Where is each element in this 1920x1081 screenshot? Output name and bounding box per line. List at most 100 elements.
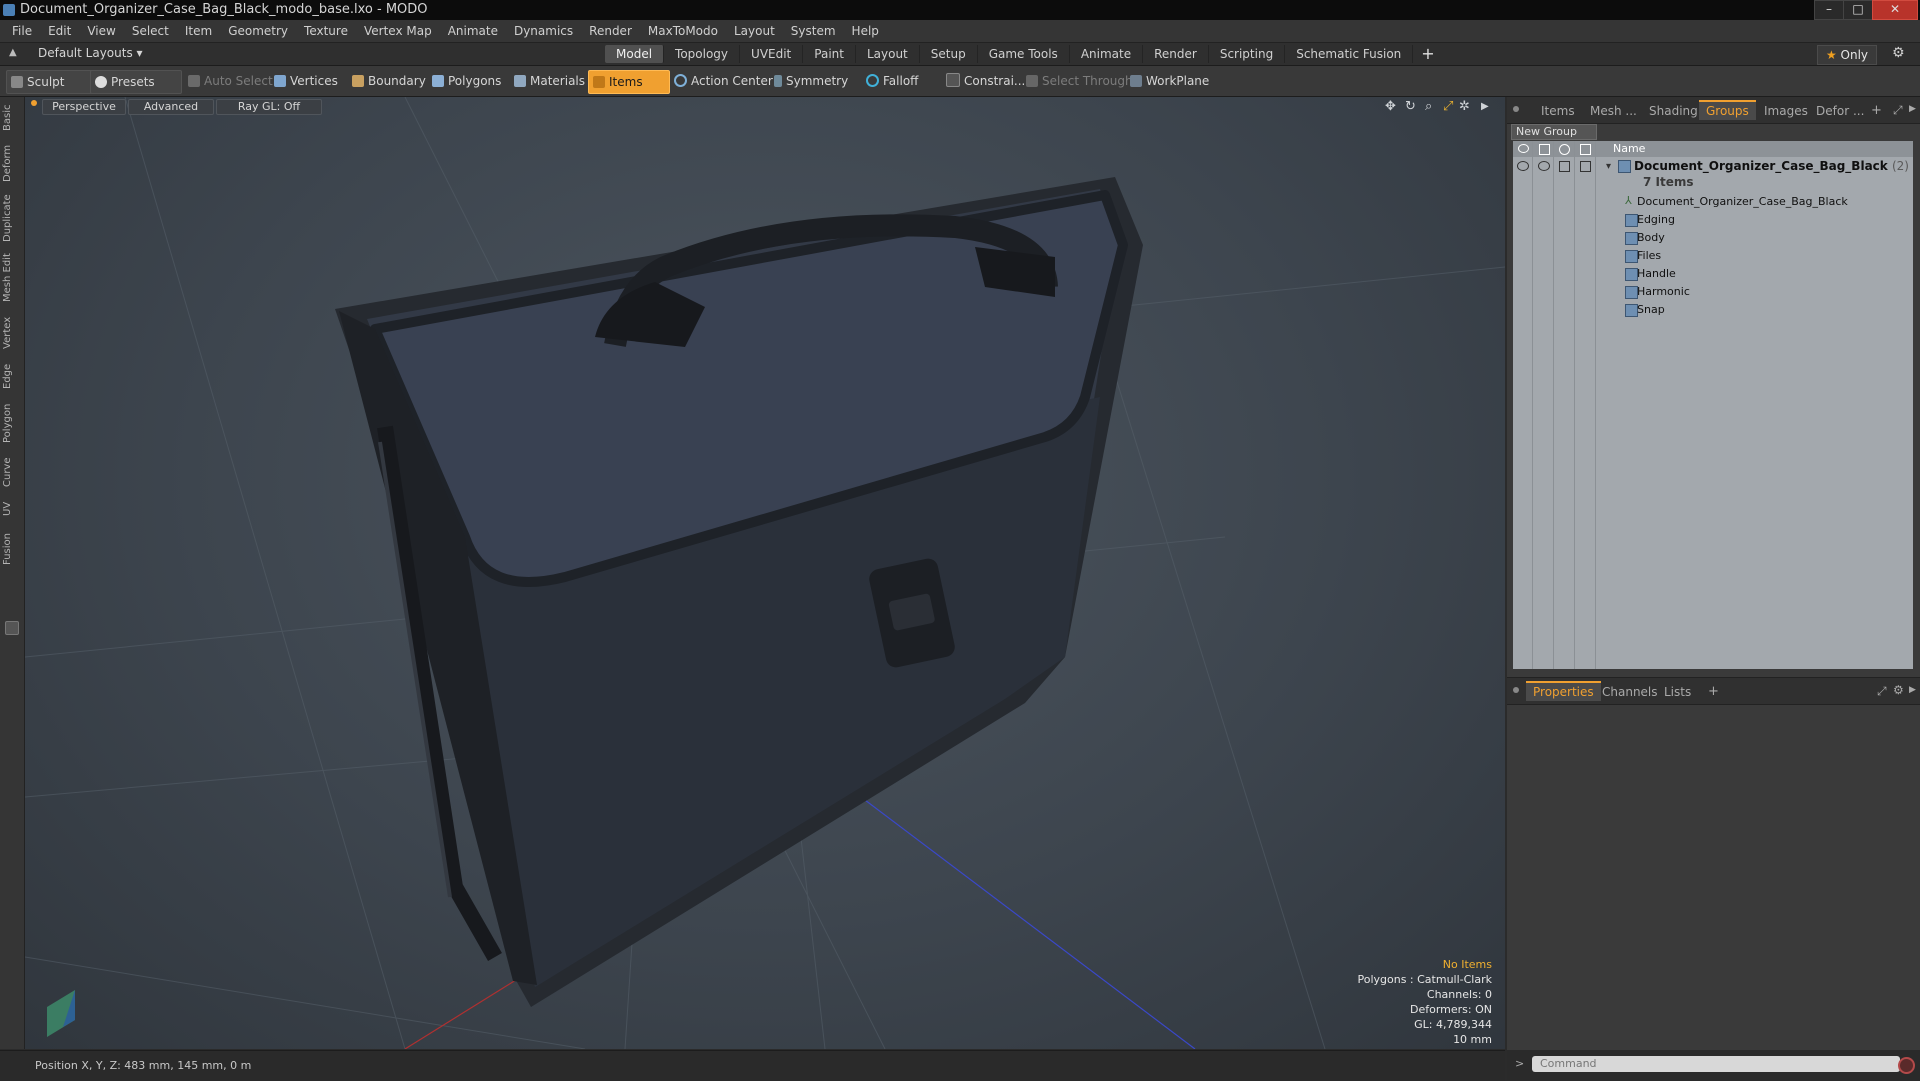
rotate-icon[interactable]: ↻ <box>1405 99 1416 114</box>
tab-render[interactable]: Render <box>1143 45 1209 63</box>
viewport-menu-dot-icon[interactable] <box>31 100 37 106</box>
items-button[interactable]: Items <box>588 70 670 94</box>
menu-dynamics[interactable]: Dynamics <box>506 20 581 42</box>
menu-vertex-map[interactable]: Vertex Map <box>356 20 440 42</box>
maximize-button[interactable]: □ <box>1843 0 1873 20</box>
properties-arrow-icon[interactable]: ▶ <box>1909 685 1916 695</box>
name-column-header[interactable]: Name <box>1613 142 1645 155</box>
zoom-icon[interactable]: ⌕ <box>1425 99 1432 114</box>
menu-system[interactable]: System <box>783 20 844 42</box>
menu-select[interactable]: Select <box>124 20 177 42</box>
panel-expand-icon[interactable]: ⤢ <box>1893 103 1903 118</box>
raygl-toggle[interactable]: Ray GL: Off <box>216 99 322 115</box>
tab-schematic-fusion[interactable]: Schematic Fusion <box>1285 45 1414 63</box>
list-item[interactable]: Body <box>1513 229 1913 247</box>
collapse-arrow-icon[interactable]: ▾ <box>1606 161 1611 172</box>
perspective-dropdown[interactable]: Perspective <box>42 99 126 115</box>
sculpt-button[interactable]: Sculpt <box>6 70 98 94</box>
tab-topology[interactable]: Topology <box>664 45 741 63</box>
list-item[interactable]: Edging <box>1513 211 1913 229</box>
tab-channels[interactable]: Channels <box>1595 683 1665 701</box>
lock-column-icon[interactable] <box>1559 144 1570 155</box>
group-row[interactable]: ▾ Document_Organizer_Case_Bag_Black (2) … <box>1513 157 1913 191</box>
minimize-button[interactable]: – <box>1814 0 1844 20</box>
menu-file[interactable]: File <box>0 20 40 42</box>
pan-icon[interactable]: ✥ <box>1385 99 1396 114</box>
add-panel-tab-icon[interactable]: + <box>1871 103 1882 118</box>
menu-help[interactable]: Help <box>844 20 887 42</box>
menu-texture[interactable]: Texture <box>296 20 356 42</box>
viewport-expand-icon[interactable]: ▶ <box>1481 101 1489 112</box>
constraints-button[interactable]: Constrai... <box>942 70 1031 92</box>
left-tab-edge[interactable]: Edge <box>2 361 22 391</box>
tab-paint[interactable]: Paint <box>803 45 856 63</box>
left-tab-duplicate[interactable]: Duplicate <box>2 193 22 243</box>
menu-layout[interactable]: Layout <box>726 20 783 42</box>
new-group-button[interactable]: New Group <box>1511 124 1597 140</box>
list-item[interactable]: Handle <box>1513 265 1913 283</box>
tab-uvedit[interactable]: UVEdit <box>740 45 804 63</box>
select-toggle-icon[interactable] <box>1580 161 1591 172</box>
materials-button[interactable]: Materials <box>510 70 591 92</box>
vertices-button[interactable]: Vertices <box>270 70 344 92</box>
left-tab-mesh-edit[interactable]: Mesh Edit <box>2 253 22 303</box>
falloff-button[interactable]: Falloff <box>862 70 924 92</box>
list-item[interactable]: Harmonic <box>1513 283 1913 301</box>
properties-gear-icon[interactable]: ⚙ <box>1893 683 1904 697</box>
panel-menu-dot-icon[interactable] <box>1513 106 1519 112</box>
left-tab-fusion[interactable]: Fusion <box>2 529 22 569</box>
select-column-icon[interactable] <box>1580 144 1591 155</box>
tab-items[interactable]: Items <box>1534 102 1582 120</box>
left-tab-deform[interactable]: Deform <box>2 143 22 183</box>
panel-arrow-icon[interactable]: ▶ <box>1909 104 1916 114</box>
tab-layout[interactable]: Layout <box>856 45 920 63</box>
only-toggle[interactable]: ★ Only <box>1817 45 1877 65</box>
menu-view[interactable]: View <box>79 20 123 42</box>
menu-maxtomodo[interactable]: MaxToModo <box>640 20 726 42</box>
add-tab-button[interactable]: + <box>1413 45 1442 63</box>
fit-icon[interactable]: ⤢ <box>1443 99 1453 114</box>
action-center-button[interactable]: Action Center <box>670 70 779 92</box>
layout-dropdown[interactable]: Default Layouts ▾ <box>38 46 143 60</box>
tab-model[interactable]: Model <box>605 45 665 63</box>
left-tab-curve[interactable]: Curve <box>2 455 22 489</box>
properties-menu-dot-icon[interactable] <box>1513 687 1519 693</box>
tab-properties[interactable]: Properties <box>1526 681 1601 701</box>
render-column-icon[interactable] <box>1539 144 1550 155</box>
3d-viewport[interactable]: Perspective Advanced Ray GL: Off ✥ ↻ ⌕ ⤢… <box>25 97 1505 1049</box>
left-tab-basic[interactable]: Basic <box>2 103 22 133</box>
gear-icon[interactable]: ⚙ <box>1892 45 1905 61</box>
record-macro-icon[interactable] <box>1898 1057 1915 1074</box>
list-item[interactable]: Snap <box>1513 301 1913 319</box>
viewport-settings-icon[interactable]: ✲ <box>1459 99 1470 114</box>
list-item[interactable]: ⅄ Document_Organizer_Case_Bag_Black <box>1513 193 1913 211</box>
tab-mesh[interactable]: Mesh ... <box>1583 102 1644 120</box>
add-properties-tab-icon[interactable]: + <box>1708 684 1719 699</box>
workplane-button[interactable]: WorkPlane <box>1126 70 1215 92</box>
tab-shading[interactable]: Shading <box>1642 102 1705 120</box>
left-tab-uv[interactable]: UV <box>2 499 22 519</box>
tab-images[interactable]: Images <box>1757 102 1815 120</box>
command-input[interactable]: Command <box>1532 1056 1900 1072</box>
tab-deformers[interactable]: Defor ... <box>1809 102 1871 120</box>
menu-edit[interactable]: Edit <box>40 20 79 42</box>
auto-select-button[interactable]: Auto Select <box>184 70 279 92</box>
visibility-eye-icon[interactable] <box>1517 161 1529 171</box>
list-item[interactable]: Files <box>1513 247 1913 265</box>
tab-game-tools[interactable]: Game Tools <box>978 45 1070 63</box>
polygons-button[interactable]: Polygons <box>428 70 507 92</box>
tab-scripting[interactable]: Scripting <box>1209 45 1286 63</box>
menu-geometry[interactable]: Geometry <box>220 20 296 42</box>
close-button[interactable]: ✕ <box>1872 0 1918 20</box>
command-history-icon[interactable]: > <box>1515 1057 1524 1070</box>
eject-icon[interactable]: ▲ <box>9 47 19 58</box>
presets-button[interactable]: Presets <box>90 70 182 94</box>
menu-animate[interactable]: Animate <box>440 20 506 42</box>
left-tab-vertex[interactable]: Vertex <box>2 315 22 351</box>
menu-item[interactable]: Item <box>177 20 220 42</box>
render-toggle-icon[interactable] <box>1538 161 1550 171</box>
menu-render[interactable]: Render <box>581 20 640 42</box>
shading-dropdown[interactable]: Advanced <box>128 99 214 115</box>
expand-panel-icon[interactable] <box>5 621 19 635</box>
visibility-column-icon[interactable] <box>1518 144 1529 153</box>
